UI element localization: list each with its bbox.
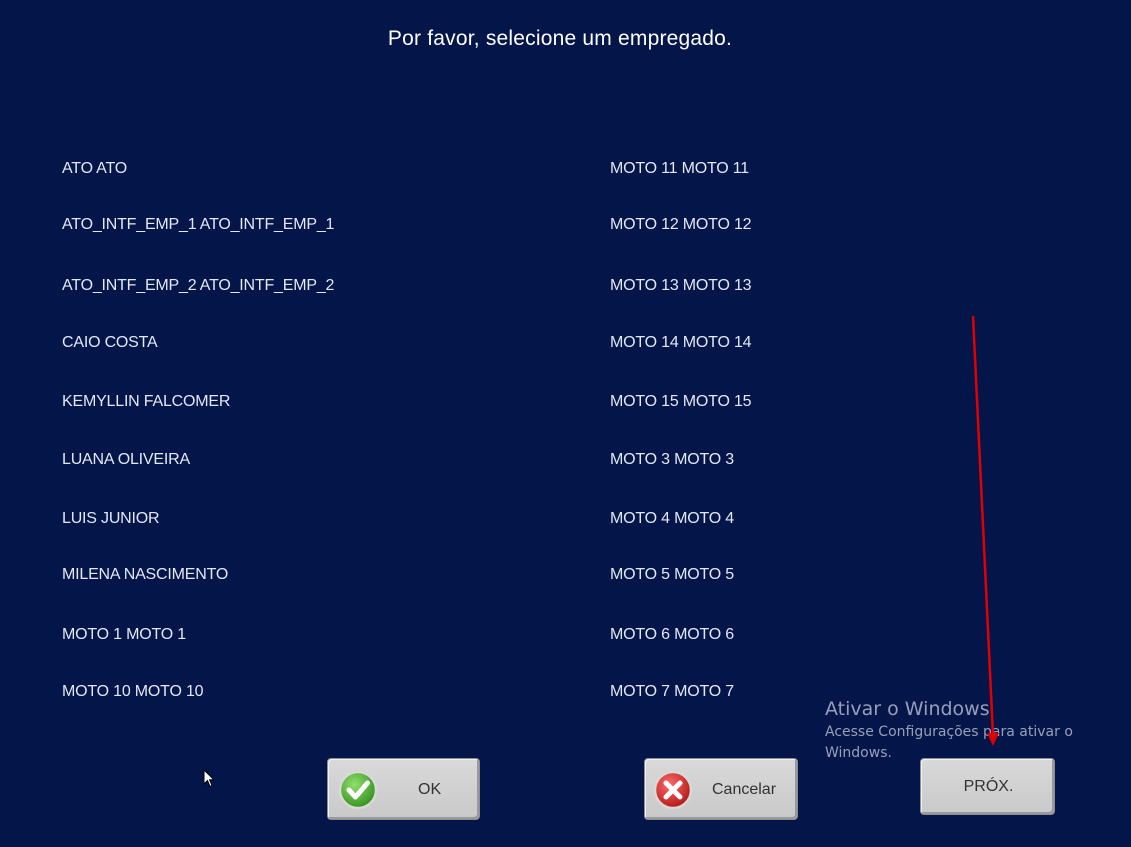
employee-item[interactable]: LUIS JUNIOR [62,510,160,528]
employee-item[interactable]: MOTO 12 MOTO 12 [610,216,752,234]
ok-button-label: OK [418,781,442,798]
next-button-label: PRÓX. [963,778,1014,795]
watermark-title: Ativar o Windows [825,698,990,720]
next-button[interactable]: PRÓX. [920,758,1055,815]
employee-item[interactable]: KEMYLLIN FALCOMER [62,393,230,411]
employee-item[interactable]: MOTO 14 MOTO 14 [610,334,752,352]
employee-item[interactable]: MOTO 6 MOTO 6 [610,626,734,644]
employee-item[interactable]: CAIO COSTA [62,334,158,352]
ok-button[interactable]: OK [327,758,480,820]
employee-item[interactable]: MOTO 10 MOTO 10 [62,683,204,701]
employee-item[interactable]: MOTO 1 MOTO 1 [62,626,186,644]
employee-item[interactable]: MOTO 3 MOTO 3 [610,451,734,469]
employee-item[interactable]: MOTO 4 MOTO 4 [610,510,734,528]
checkmark-icon [338,770,378,810]
employee-item[interactable]: MOTO 5 MOTO 5 [610,566,734,584]
mouse-cursor-icon [203,769,216,788]
employee-item[interactable]: MILENA NASCIMENTO [62,566,228,584]
employee-item[interactable]: ATO_INTF_EMP_1 ATO_INTF_EMP_1 [62,216,334,234]
cancel-button[interactable]: Cancelar [644,758,798,820]
employee-item[interactable]: MOTO 11 MOTO 11 [610,160,749,178]
employee-item[interactable]: MOTO 13 MOTO 13 [610,277,752,295]
employee-item[interactable]: MOTO 15 MOTO 15 [610,393,752,411]
employee-item[interactable]: MOTO 7 MOTO 7 [610,683,734,701]
employee-item[interactable]: ATO ATO [62,160,127,178]
windows-activation-watermark: Ativar o Windows Acesse Configurações pa… [825,698,1095,764]
page-title: Por favor, selecione um empregado. [387,27,733,50]
x-circle-icon [653,770,693,810]
cancel-button-label: Cancelar [712,781,777,798]
employee-item[interactable]: ATO_INTF_EMP_2 ATO_INTF_EMP_2 [62,277,334,295]
employee-item[interactable]: LUANA OLIVEIRA [62,451,190,469]
